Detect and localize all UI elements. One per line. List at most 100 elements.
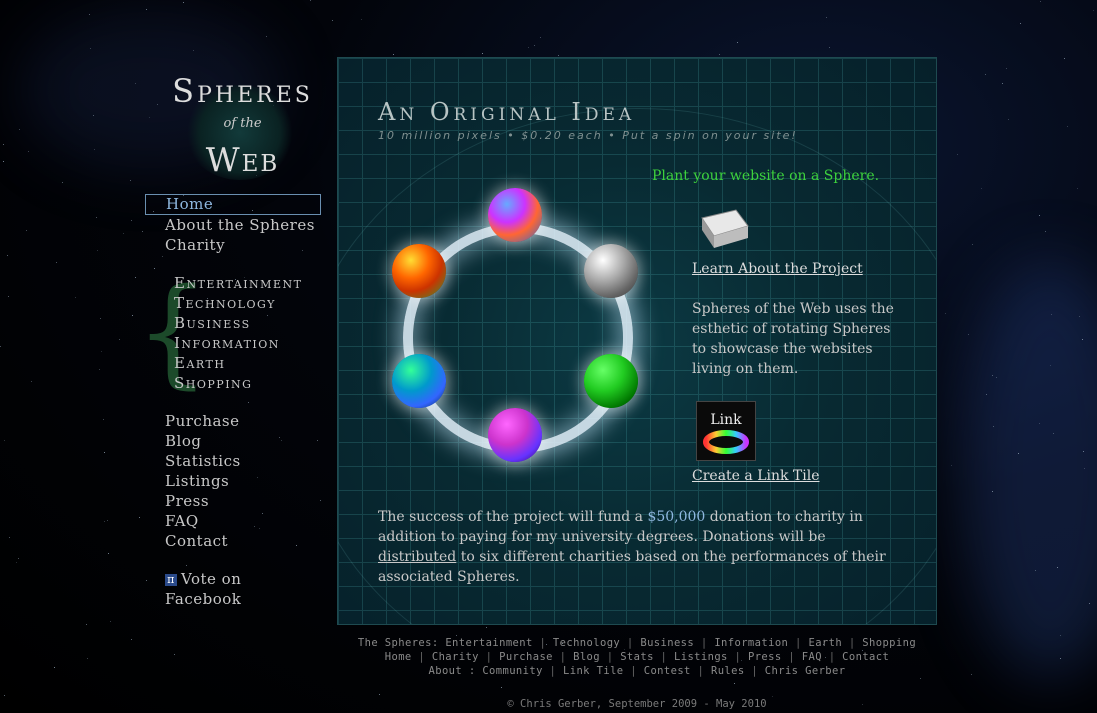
star xyxy=(103,419,104,420)
content-panel: An Original Idea 10 million pixels • $0.… xyxy=(337,57,937,625)
nav-press[interactable]: Press xyxy=(145,491,325,511)
star xyxy=(1064,58,1065,59)
star xyxy=(1039,423,1040,424)
star xyxy=(1045,231,1046,232)
sphere-earth[interactable] xyxy=(392,354,446,408)
star xyxy=(1089,603,1090,604)
nav-listings[interactable]: Listings xyxy=(145,471,325,491)
star xyxy=(1057,567,1058,568)
star xyxy=(1039,215,1040,216)
star xyxy=(1060,635,1061,636)
nav-purchase[interactable]: Purchase xyxy=(145,411,325,431)
star xyxy=(992,491,993,492)
star xyxy=(157,104,158,105)
nav-business[interactable]: Business xyxy=(145,313,325,333)
star xyxy=(99,369,100,370)
footer-purchase[interactable]: Purchase xyxy=(499,651,553,663)
star xyxy=(31,381,32,382)
footer-line-about: About : Community | Link Tile | Contest … xyxy=(428,665,846,677)
star xyxy=(992,375,993,376)
star xyxy=(146,9,147,10)
star xyxy=(94,149,95,150)
footer-chris-gerber[interactable]: Chris Gerber xyxy=(765,665,846,677)
star xyxy=(90,48,91,49)
star xyxy=(986,394,987,395)
charity-amount-link[interactable]: $50,000 xyxy=(647,509,705,525)
footer-entertainment[interactable]: Entertainment xyxy=(445,637,532,649)
footer-charity[interactable]: Charity xyxy=(432,651,479,663)
star xyxy=(528,47,529,48)
star xyxy=(4,440,5,441)
page-subtitle: 10 million pixels • $0.20 each • Put a s… xyxy=(378,129,798,142)
distributed-link[interactable]: distributed xyxy=(378,549,456,565)
footer-earth[interactable]: Earth xyxy=(808,637,842,649)
link-tile-icon[interactable]: Link xyxy=(696,401,756,461)
nav-statistics[interactable]: Statistics xyxy=(145,451,325,471)
sphere-entertainment[interactable] xyxy=(488,188,542,242)
star xyxy=(540,37,541,38)
star xyxy=(139,517,140,518)
footer-contact[interactable]: Contact xyxy=(842,651,889,663)
sphere-information[interactable] xyxy=(488,408,542,462)
sphere-business[interactable] xyxy=(584,354,638,408)
footer-link-tile[interactable]: Link Tile xyxy=(563,665,624,677)
star xyxy=(310,0,311,1)
star xyxy=(54,667,55,668)
star xyxy=(829,47,830,48)
star xyxy=(1084,468,1085,469)
star xyxy=(96,217,97,218)
star xyxy=(1035,570,1036,571)
nav-about-the-spheres[interactable]: About the Spheres xyxy=(145,215,325,235)
sphere-technology[interactable] xyxy=(584,244,638,298)
footer-shopping[interactable]: Shopping xyxy=(862,637,916,649)
nebula-glow xyxy=(960,260,1097,680)
learn-about-project-link[interactable]: Learn About the Project xyxy=(692,261,863,277)
footer-stats[interactable]: Stats xyxy=(620,651,654,663)
logo-line-web: Web xyxy=(205,140,280,179)
footer-business[interactable]: Business xyxy=(640,637,694,649)
star xyxy=(971,674,972,675)
star xyxy=(1053,433,1054,434)
star xyxy=(8,296,9,297)
footer-contest[interactable]: Contest xyxy=(644,665,691,677)
star xyxy=(1050,365,1051,366)
footer-community[interactable]: Community xyxy=(482,665,543,677)
star xyxy=(482,53,483,54)
star xyxy=(75,297,76,298)
nav-shopping[interactable]: Shopping xyxy=(145,373,325,393)
nav-charity[interactable]: Charity xyxy=(145,235,325,255)
nav-vote-facebook[interactable]: π Vote on xyxy=(145,569,325,589)
nav-home[interactable]: Home xyxy=(145,194,321,215)
footer-listings[interactable]: Listings xyxy=(674,651,728,663)
footer-blog[interactable]: Blog xyxy=(573,651,600,663)
logo-line-of-the: of the xyxy=(223,116,262,131)
nav-blog[interactable]: Blog xyxy=(145,431,325,451)
site-logo[interactable]: Spheres of the Web xyxy=(160,70,325,185)
nav-entertainment[interactable]: Entertainment xyxy=(145,273,325,293)
nav-contact[interactable]: Contact xyxy=(145,531,325,551)
nav-technology[interactable]: Technology xyxy=(145,293,325,313)
create-link-tile-link[interactable]: Create a Link Tile xyxy=(692,468,820,484)
star xyxy=(972,244,973,245)
star xyxy=(1002,83,1003,84)
spheres-ring-graphic[interactable] xyxy=(378,178,658,478)
footer-technology[interactable]: Technology xyxy=(553,637,620,649)
footer-faq[interactable]: FAQ xyxy=(802,651,822,663)
star xyxy=(131,220,132,221)
footer-information[interactable]: Information xyxy=(714,637,788,649)
footer-press[interactable]: Press xyxy=(748,651,782,663)
book-icon[interactable] xyxy=(696,208,752,250)
footer-rules[interactable]: Rules xyxy=(711,665,745,677)
sphere-shopping[interactable] xyxy=(392,244,446,298)
star xyxy=(1020,23,1021,24)
nav-vote-facebook-line2[interactable]: Facebook xyxy=(145,589,325,609)
star xyxy=(93,115,94,116)
footer-home[interactable]: Home xyxy=(385,651,412,663)
star xyxy=(3,144,4,145)
nav-information[interactable]: Information xyxy=(145,333,325,353)
nav-earth[interactable]: Earth xyxy=(145,353,325,373)
star xyxy=(104,521,105,522)
nav-faq[interactable]: FAQ xyxy=(145,511,325,531)
star xyxy=(985,74,986,75)
star xyxy=(183,2,184,3)
